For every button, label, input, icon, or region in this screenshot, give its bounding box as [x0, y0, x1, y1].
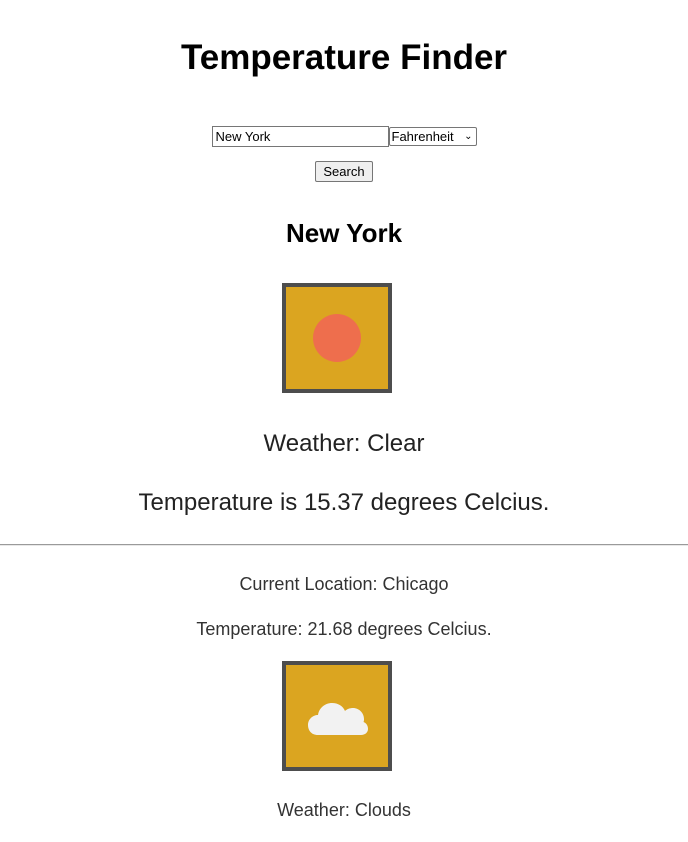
unit-select-value: Fahrenheit	[391, 129, 454, 144]
search-form: Fahrenheit ⌄	[0, 126, 688, 147]
result-weather-icon-tile	[282, 283, 392, 393]
page-title: Temperature Finder	[180, 38, 508, 77]
result-weather-text: Weather: Clear	[263, 430, 425, 457]
search-button-row: Search	[0, 161, 688, 182]
search-button[interactable]: Search	[315, 161, 373, 182]
city-search-input[interactable]	[211, 126, 389, 147]
result-temperature-text: Temperature is 15.37 degrees Celcius.	[138, 489, 550, 516]
current-location-text: Current Location: Chicago	[239, 574, 449, 594]
current-temperature-text: Temperature: 21.68 degrees Celcius.	[196, 619, 492, 639]
current-weather-icon-tile	[282, 661, 392, 771]
chevron-down-icon: ⌄	[464, 130, 473, 142]
section-divider	[0, 544, 688, 546]
cloud-icon	[308, 703, 368, 735]
current-weather-text: Weather: Clouds	[277, 800, 411, 820]
result-city-heading: New York	[285, 218, 403, 248]
sun-icon	[313, 314, 361, 362]
unit-select[interactable]: Fahrenheit ⌄	[388, 127, 477, 146]
